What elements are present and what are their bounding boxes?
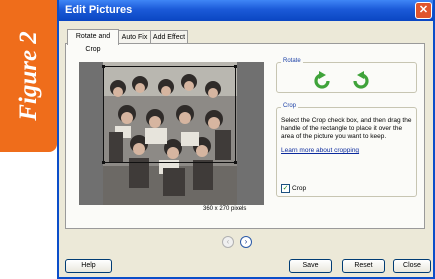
rotate-label: Rotate: [281, 58, 303, 64]
figure-label: Figure 2: [14, 31, 42, 121]
window-title: Edit Pictures: [65, 4, 133, 16]
rotate-group: Rotate: [276, 58, 417, 93]
title-bar: Edit Pictures ✕: [59, 0, 433, 21]
rotate-left-icon[interactable]: [313, 70, 333, 90]
edit-pictures-dialog: Edit Pictures ✕ Rotate and Crop Auto Fix…: [57, 0, 435, 279]
close-button[interactable]: Close: [393, 259, 431, 273]
picture-preview: [79, 62, 264, 205]
crop-handle[interactable]: [102, 65, 105, 68]
previous-arrow-icon[interactable]: ‹: [222, 236, 234, 248]
crop-group-label: Crop: [281, 103, 299, 109]
rotate-right-icon[interactable]: [350, 70, 370, 90]
image-dimensions: 360 x 270 pixels: [203, 206, 247, 212]
crop-rectangle[interactable]: [102, 65, 237, 164]
crop-checkbox-row[interactable]: ✓ Crop: [281, 184, 306, 193]
tab-auto-fix[interactable]: Auto Fix: [118, 30, 151, 44]
tab-add-effect[interactable]: Add Effect: [150, 30, 188, 44]
next-arrow-icon[interactable]: ›: [240, 236, 252, 248]
reset-button[interactable]: Reset: [342, 259, 385, 273]
save-button[interactable]: Save: [289, 259, 332, 273]
crop-checkbox[interactable]: ✓: [281, 184, 290, 193]
crop-handle[interactable]: [102, 161, 105, 164]
close-icon[interactable]: ✕: [415, 2, 432, 19]
crop-instructions: Select the Crop check box, and then drag…: [281, 117, 412, 140]
crop-group: Crop Select the Crop check box, and then…: [276, 103, 417, 197]
crop-handle[interactable]: [234, 65, 237, 68]
figure-badge: Figure 2: [0, 0, 57, 152]
crop-checkbox-label: Crop: [292, 185, 307, 192]
help-button[interactable]: Help: [65, 259, 112, 273]
crop-handle[interactable]: [234, 161, 237, 164]
learn-more-cropping-link[interactable]: Learn more about cropping: [281, 147, 359, 154]
tab-panel: 360 x 270 pixels Rotate Crop Select the …: [65, 43, 425, 229]
tab-rotate-and-crop[interactable]: Rotate and Crop: [67, 29, 119, 53]
